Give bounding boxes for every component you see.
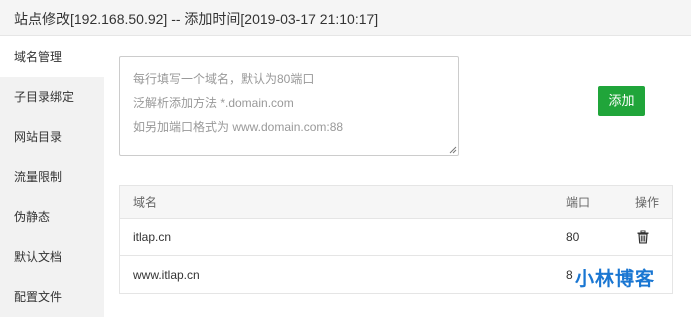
window-titlebar: 站点修改[192.168.50.92] -- 添加时间[2019-03-17 2… [0,0,691,36]
port-cell: 80 [566,230,580,244]
domain-cell: www.itlap.cn [133,267,200,282]
window-title: 站点修改[192.168.50.92] -- 添加时间[2019-03-17 2… [14,11,379,27]
sidebar-item-subdirectory-binding[interactable]: 子目录绑定 [0,77,104,117]
sidebar: 域名管理 子目录绑定 网站目录 流量限制 伪静态 默认文档 配置文件 [0,37,104,317]
column-header-operation: 操作 [635,195,660,210]
port-cell: 8 [566,267,573,282]
resize-grip-icon[interactable] [449,146,457,154]
table-row: itlap.cn 80 [120,219,672,256]
sidebar-item-default-document[interactable]: 默认文档 [0,237,104,277]
sidebar-item-site-directory[interactable]: 网站目录 [0,117,104,157]
add-domain-button[interactable]: 添加 [598,86,645,116]
domain-cell: itlap.cn [133,230,172,244]
sidebar-item-config-file[interactable]: 配置文件 [0,277,104,317]
domain-input[interactable] [119,56,459,156]
sidebar-item-rewrite[interactable]: 伪静态 [0,197,104,237]
sidebar-item-domain-management[interactable]: 域名管理 [0,37,104,77]
column-header-domain: 域名 [133,195,158,210]
watermark-logo: 小林博客 [575,269,656,290]
trash-icon[interactable] [637,230,649,244]
sidebar-item-traffic-limit[interactable]: 流量限制 [0,157,104,197]
table-header: 域名 端口 操作 [120,186,672,219]
column-header-port: 端口 [566,195,591,210]
